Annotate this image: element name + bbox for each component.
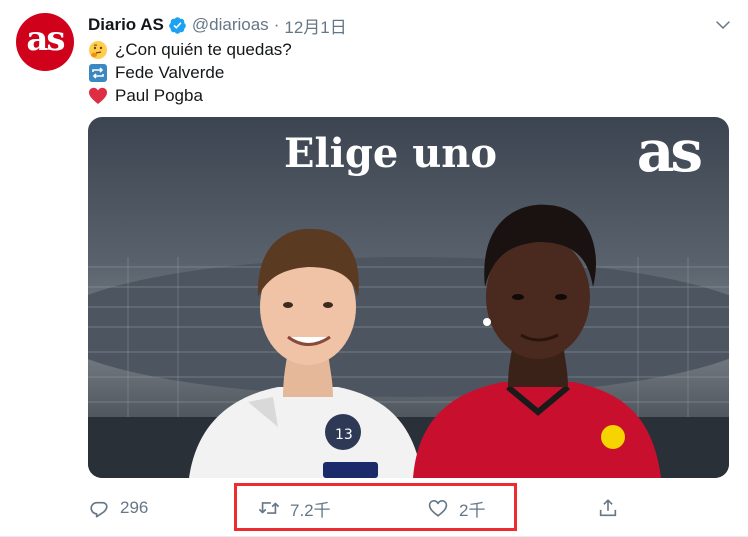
thinking-face-emoji-icon [89, 40, 107, 59]
player-pogba-image [413, 204, 661, 478]
tweet-header: Diario AS @diarioas · 12月1日 [88, 13, 347, 38]
author-name[interactable]: Diario AS [88, 15, 164, 35]
tweet-date[interactable]: 12月1日 [284, 13, 346, 38]
tweet-line-text: Paul Pogba [115, 86, 203, 105]
share-icon [599, 499, 617, 517]
player-valverde-image: 13 [189, 228, 422, 478]
share-button[interactable] [597, 488, 629, 528]
chevron-down-icon[interactable] [714, 16, 732, 34]
svg-text:13: 13 [335, 427, 353, 443]
red-heart-emoji-icon [89, 87, 107, 104]
repeat-emoji-icon [89, 63, 107, 82]
reply-icon [90, 501, 108, 518]
tweet-text: ¿Con quién te quedas? Fede Valverde Paul… [88, 38, 292, 107]
tweet-image[interactable]: 13 Elige uno as [88, 117, 729, 478]
avatar[interactable]: as [16, 13, 74, 71]
verified-badge-icon [169, 16, 186, 34]
image-title-text: Elige uno [284, 130, 498, 177]
reply-count: 296 [120, 498, 149, 517]
reply-button[interactable]: 296 [88, 488, 148, 528]
tweet-line-question: ¿Con quién te quedas? [88, 38, 292, 61]
tweet-line-text: ¿Con quién te quedas? [115, 40, 292, 59]
highlight-box [234, 483, 517, 531]
header-separator: · [273, 15, 280, 34]
tweet[interactable]: as Diario AS @diarioas · 12月1日 ¿Con quié… [0, 0, 748, 537]
tweet-line-valverde: Fede Valverde [88, 61, 292, 84]
tweet-line-text: Fede Valverde [115, 63, 225, 82]
author-handle[interactable]: @diarioas [192, 15, 269, 35]
as-logo-icon: as [636, 117, 703, 185]
avatar-logo-text: as [26, 19, 65, 59]
tweet-line-pogba: Paul Pogba [88, 84, 292, 107]
